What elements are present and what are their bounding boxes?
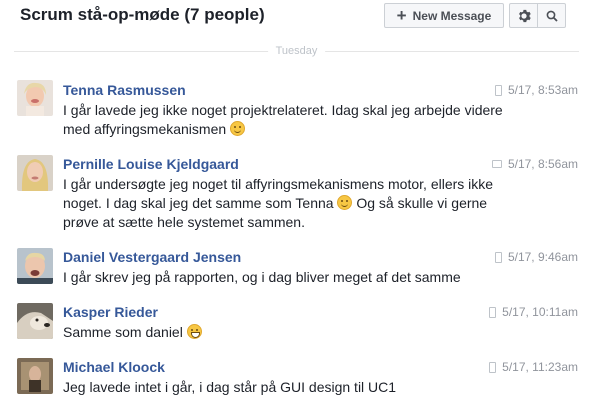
message-text: I går lavede jeg ikke noget projektrelat…	[63, 101, 513, 139]
avatar[interactable]	[17, 303, 53, 339]
message-text-part: I går skrev jeg på rapporten, og i dag b…	[63, 269, 461, 285]
avatar-image	[17, 303, 53, 339]
avatar-image	[17, 155, 53, 191]
message-text: Jeg lavede intet i går, i dag står på GU…	[63, 378, 513, 397]
avatar-image	[17, 80, 53, 116]
avatar-image	[17, 248, 53, 284]
search-icon	[546, 10, 558, 22]
gear-icon	[518, 9, 531, 22]
sender-name[interactable]: Michael Kloock	[63, 359, 165, 375]
grin-emoji-icon	[186, 324, 202, 339]
sender-name[interactable]: Daniel Vestergaard Jensen	[63, 249, 241, 265]
message-text: Samme som daniel	[63, 323, 513, 342]
smile-emoji-icon	[230, 121, 246, 136]
timestamp[interactable]: 5/17, 11:23am	[502, 360, 578, 374]
avatar[interactable]	[17, 358, 53, 394]
conversation-header: Scrum stå-op-møde (7 people) + New Messa…	[0, 0, 592, 34]
message-text: I går undersøgte jeg noget til affyrings…	[63, 175, 508, 232]
message-text-part: Jeg lavede intet i går, i dag står på GU…	[63, 379, 397, 395]
mobile-icon	[489, 306, 497, 318]
conversation-title[interactable]: Scrum stå-op-møde (7 people)	[20, 5, 265, 25]
timestamp[interactable]: 5/17, 10:11am	[502, 305, 578, 319]
mobile-icon	[494, 84, 502, 96]
timestamp[interactable]: 5/17, 9:46am	[508, 250, 578, 264]
search-button[interactable]	[538, 3, 566, 28]
mobile-icon	[489, 361, 497, 373]
toolbar: + New Message	[379, 3, 566, 28]
sender-name[interactable]: Pernille Louise Kjeldgaard	[63, 156, 239, 172]
message-meta: 5/17, 8:53am	[494, 83, 578, 97]
day-divider: Tuesday	[14, 45, 579, 59]
message-meta: 5/17, 8:56am	[491, 157, 578, 171]
settings-button[interactable]	[509, 3, 538, 28]
timestamp[interactable]: 5/17, 8:53am	[508, 83, 578, 97]
message-meta: 5/17, 11:23am	[489, 360, 578, 374]
message-meta: 5/17, 9:46am	[494, 250, 578, 264]
chat-icon	[491, 160, 502, 168]
day-divider-label: Tuesday	[267, 45, 326, 57]
message-text-part: Samme som daniel	[63, 324, 183, 340]
new-message-label: New Message	[412, 8, 492, 23]
timestamp[interactable]: 5/17, 8:56am	[508, 157, 578, 171]
smile-emoji-icon	[337, 195, 353, 210]
plus-icon: +	[396, 6, 407, 25]
message-text: I går skrev jeg på rapporten, og i dag b…	[63, 268, 513, 287]
sender-name[interactable]: Tenna Rasmussen	[63, 82, 186, 98]
new-message-button[interactable]: + New Message	[384, 3, 504, 28]
avatar-image	[17, 358, 53, 394]
avatar[interactable]	[17, 80, 53, 116]
message-text-part: I går lavede jeg ikke noget projektrelat…	[63, 102, 503, 137]
message-meta: 5/17, 10:11am	[489, 305, 578, 319]
mobile-icon	[494, 251, 502, 263]
toolbar-icon-group	[509, 3, 566, 28]
sender-name[interactable]: Kasper Rieder	[63, 304, 158, 320]
avatar[interactable]	[17, 248, 53, 284]
avatar[interactable]	[17, 155, 53, 191]
